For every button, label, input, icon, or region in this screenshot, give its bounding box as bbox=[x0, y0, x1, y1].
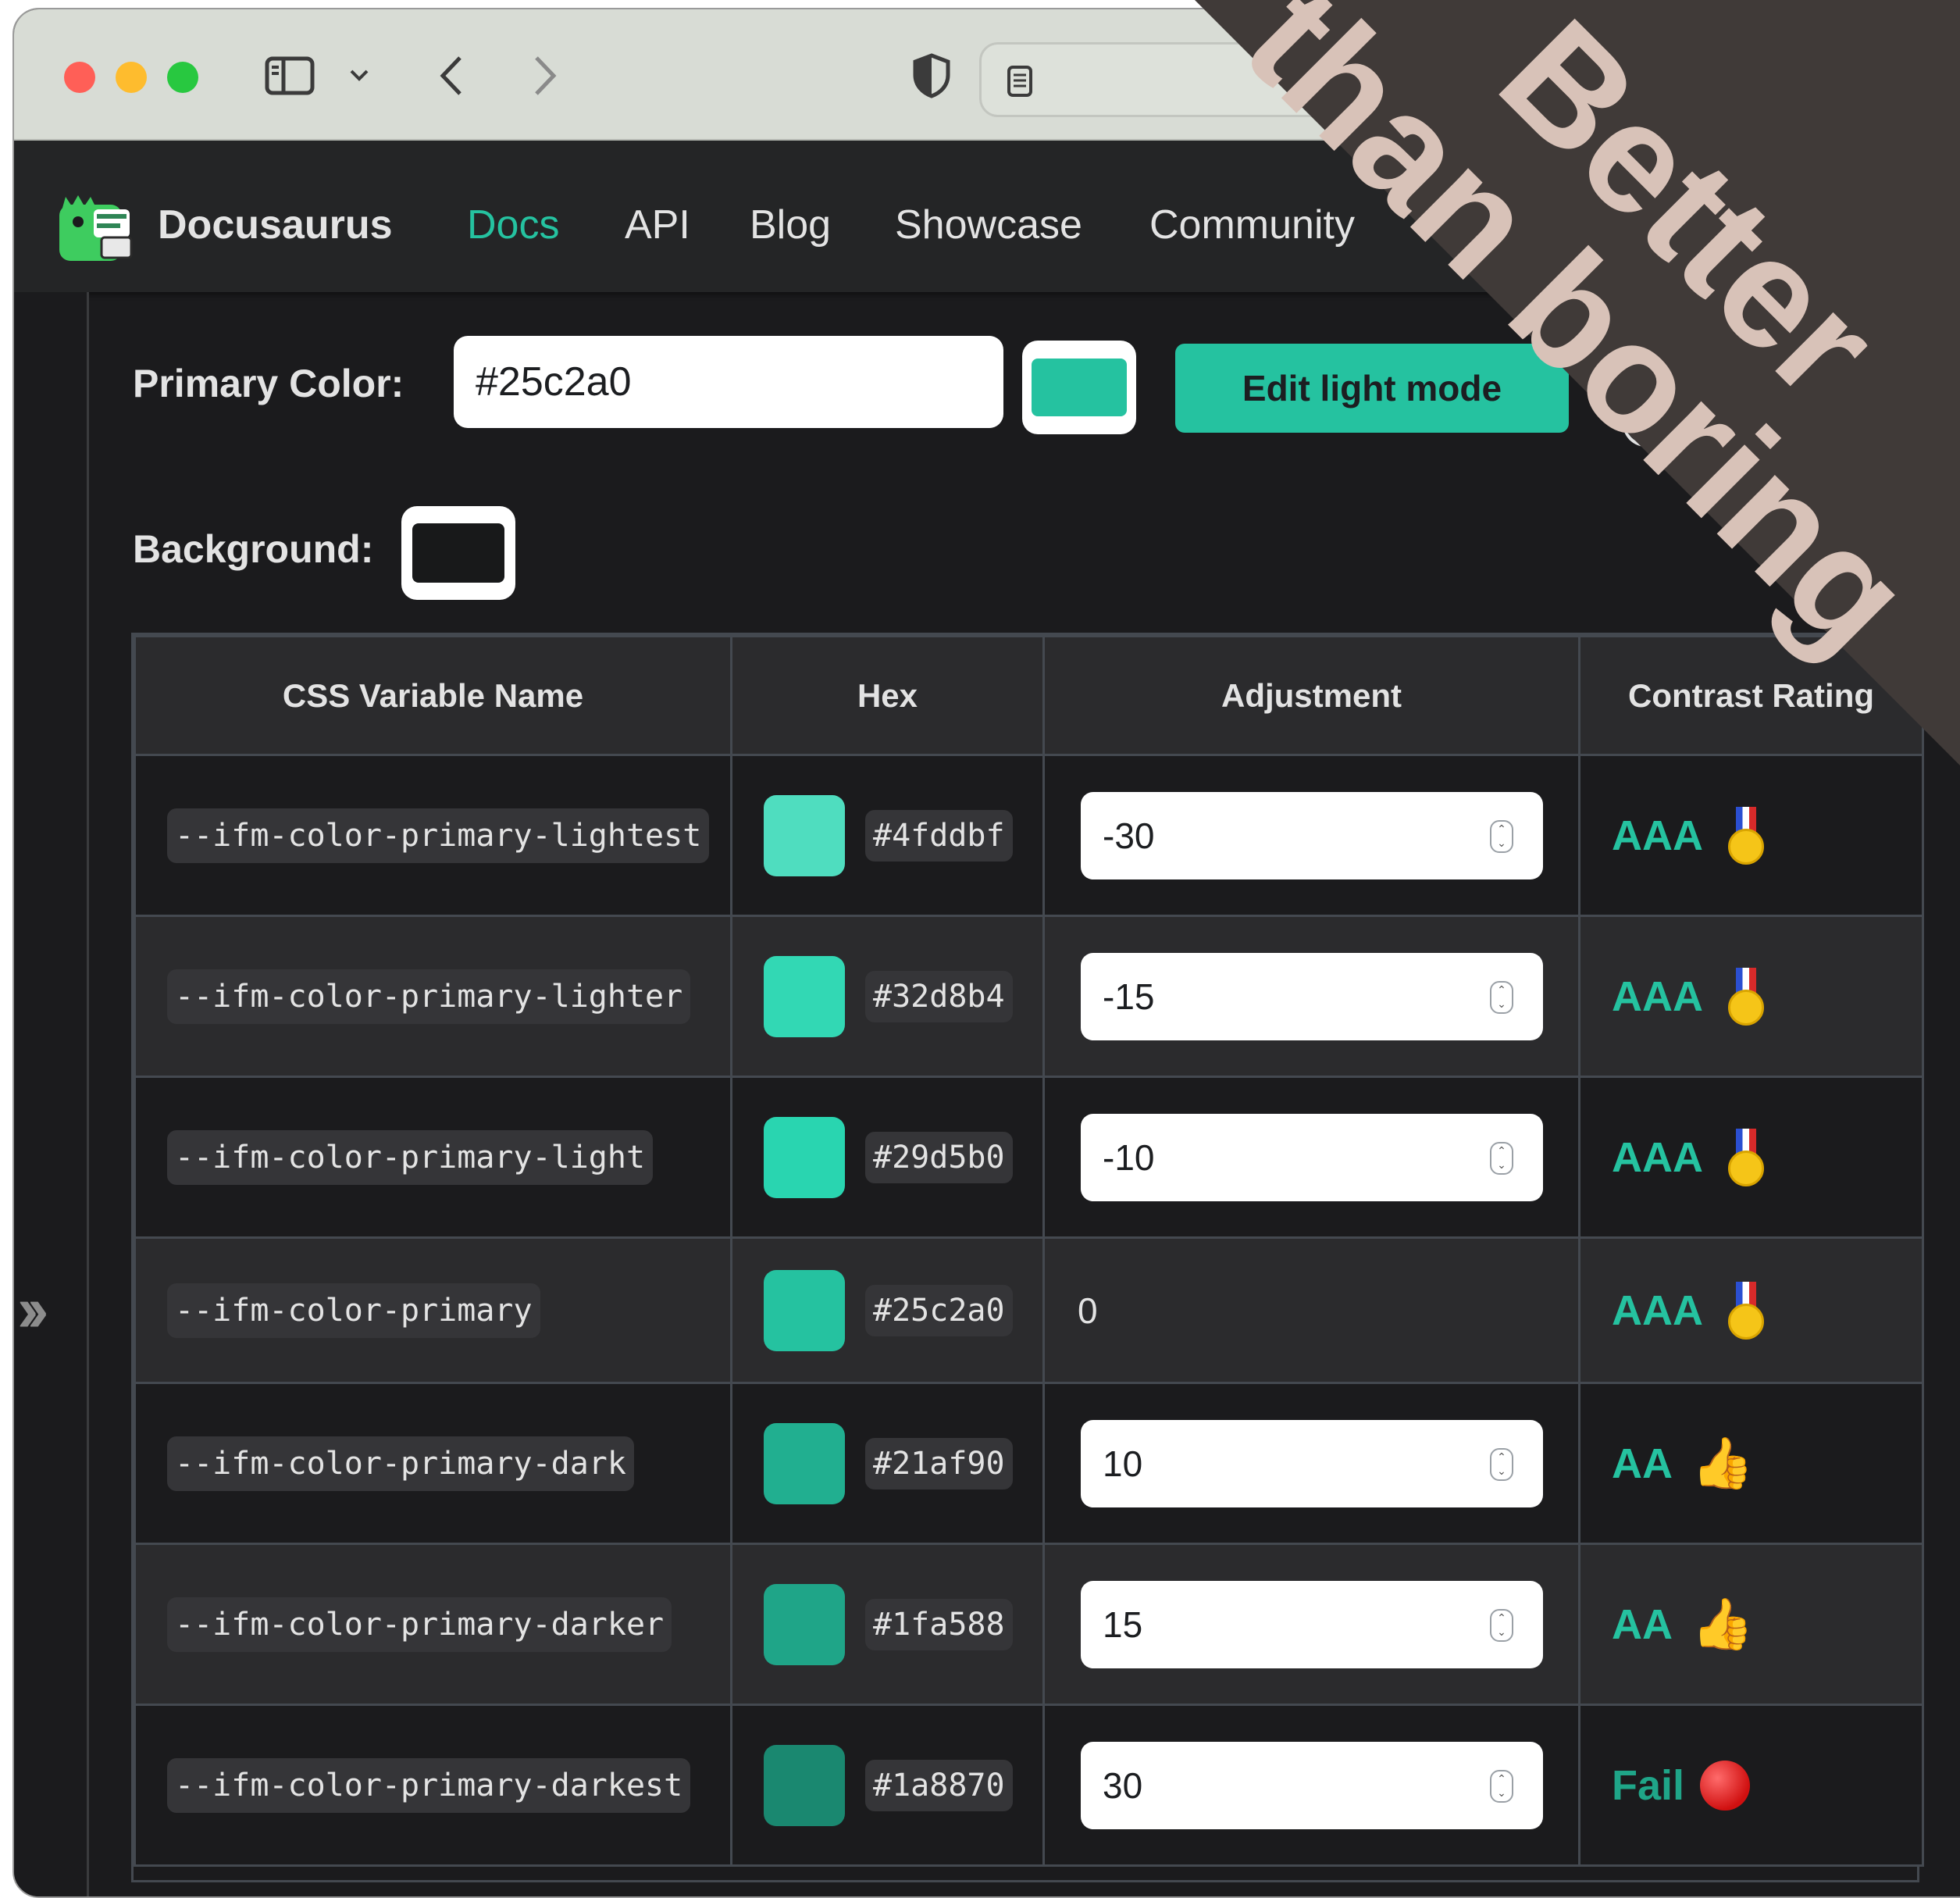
background-color-picker[interactable] bbox=[401, 506, 515, 600]
medal-icon bbox=[1728, 806, 1764, 865]
zoom-window-button[interactable] bbox=[167, 62, 198, 93]
hex-value: #21af90 bbox=[865, 1437, 1013, 1490]
medal-icon bbox=[1728, 1128, 1764, 1186]
adjustment-input[interactable]: 30 ⌃ ⌄ bbox=[1081, 1741, 1543, 1829]
sidebar-icon[interactable] bbox=[262, 48, 317, 103]
css-variable-name: --ifm-color-primary-dark bbox=[167, 1436, 634, 1491]
mode-toggle[interactable] bbox=[1623, 376, 1670, 447]
hex-value: #4fddbf bbox=[865, 809, 1013, 862]
hex-value: #25c2a0 bbox=[865, 1284, 1013, 1336]
hex-value: #1fa588 bbox=[865, 1598, 1013, 1650]
header-hex: Hex bbox=[730, 635, 1045, 756]
css-variable-name: --ifm-color-primary-darker bbox=[167, 1597, 672, 1652]
contrast-rating: AAA bbox=[1612, 972, 1703, 1020]
chevron-down-icon[interactable] bbox=[344, 48, 375, 103]
color-swatch bbox=[764, 1422, 845, 1504]
table-row: --ifm-color-primary-lighter #32d8b4 -15 ⌃… bbox=[134, 915, 1924, 1078]
contrast-rating: Fail bbox=[1612, 1761, 1685, 1809]
primary-color-picker[interactable] bbox=[1022, 341, 1136, 434]
adjustment-input[interactable]: -30 ⌃ ⌄ bbox=[1081, 791, 1543, 879]
stepper-icon[interactable]: ⌃ ⌄ bbox=[1490, 980, 1513, 1014]
adjustment-input[interactable]: 15 ⌃ ⌄ bbox=[1081, 1580, 1543, 1668]
color-swatch bbox=[764, 1744, 845, 1826]
table-row: --ifm-color-primary-darker #1fa588 15 ⌃ ⌄ … bbox=[134, 1543, 1924, 1706]
adjustment-input[interactable]: -15 ⌃ ⌄ bbox=[1081, 952, 1543, 1040]
hex-value: #1a8870 bbox=[865, 1759, 1013, 1811]
expand-sidebar-icon[interactable]: ›› bbox=[17, 1273, 48, 1347]
header-adjustment: Adjustment bbox=[1042, 635, 1580, 756]
adjustment-input[interactable]: 10 ⌃ ⌄ bbox=[1081, 1419, 1543, 1507]
css-variable-name: --ifm-color-primary-lighter bbox=[167, 969, 691, 1024]
stepper-icon[interactable]: ⌃ ⌄ bbox=[1490, 1141, 1513, 1175]
css-variable-name: --ifm-color-primary-light bbox=[167, 1129, 654, 1185]
stepper-icon[interactable]: ⌃ ⌄ bbox=[1490, 819, 1513, 853]
nav-link-showcase[interactable]: Showcase bbox=[895, 202, 1082, 248]
forward-icon[interactable] bbox=[522, 48, 568, 103]
contrast-rating: AAA bbox=[1612, 812, 1703, 859]
header-contrast-rating: Contrast Rating bbox=[1578, 635, 1924, 756]
color-swatch bbox=[764, 1583, 845, 1665]
css-variable-name: --ifm-color-primary bbox=[167, 1283, 540, 1338]
color-swatch bbox=[764, 1116, 845, 1198]
collapsed-sidebar: ›› bbox=[14, 292, 89, 1896]
color-swatch bbox=[764, 1269, 845, 1351]
docusaurus-logo-icon[interactable] bbox=[55, 192, 136, 264]
table-row: --ifm-color-primary #25c2a0 0 AAA bbox=[134, 1236, 1924, 1384]
color-variables-table: CSS Variable Name Hex Adjustment Contras… bbox=[131, 633, 1924, 1882]
primary-color-label: Primary Color: bbox=[133, 362, 404, 405]
red-circle-icon bbox=[1700, 1760, 1751, 1811]
nav-link-docs[interactable]: Docs bbox=[467, 202, 559, 248]
contrast-rating: AA bbox=[1612, 1600, 1673, 1648]
site-navbar: Docusaurus Docs API Blog Showcase Commun… bbox=[14, 141, 1960, 292]
thumbs-up-icon: 👍 bbox=[1691, 1435, 1754, 1491]
shield-icon[interactable] bbox=[904, 48, 959, 103]
table-row: --ifm-color-primary-darkest #1a8870 30 ⌃ ⌄… bbox=[134, 1704, 1924, 1867]
table-row: --ifm-color-primary-dark #21af90 10 ⌃ ⌄ AA… bbox=[134, 1382, 1924, 1545]
css-variable-name: --ifm-color-primary-darkest bbox=[167, 1757, 691, 1813]
thumbs-up-icon: 👍 bbox=[1691, 1596, 1754, 1652]
medal-icon bbox=[1728, 1281, 1764, 1340]
contrast-rating: AA bbox=[1612, 1440, 1673, 1487]
table-row: --ifm-color-primary-light #29d5b0 -10 ⌃ ⌄ … bbox=[134, 1076, 1924, 1239]
contrast-rating: AAA bbox=[1612, 1133, 1703, 1181]
color-swatch bbox=[764, 794, 845, 876]
reader-icon[interactable] bbox=[1000, 54, 1039, 109]
table-row: --ifm-color-primary-lightest #4fddbf -30… bbox=[134, 754, 1924, 917]
adjustment-value: 0 bbox=[1078, 1290, 1098, 1331]
stepper-icon[interactable]: ⌃ ⌄ bbox=[1490, 1769, 1513, 1803]
browser-titlebar bbox=[14, 9, 1960, 141]
header-css-variable-name: CSS Variable Name bbox=[134, 635, 732, 756]
hex-value: #29d5b0 bbox=[865, 1131, 1013, 1183]
medal-icon bbox=[1728, 967, 1764, 1026]
color-swatch bbox=[764, 955, 845, 1037]
close-window-button[interactable] bbox=[64, 62, 95, 93]
primary-color-input[interactable] bbox=[454, 336, 1003, 428]
edit-light-mode-button[interactable]: Edit light mode bbox=[1175, 344, 1569, 433]
minimize-window-button[interactable] bbox=[116, 62, 147, 93]
back-icon[interactable] bbox=[428, 48, 475, 103]
nav-link-api[interactable]: API bbox=[625, 202, 690, 248]
stepper-icon[interactable]: ⌃ ⌄ bbox=[1490, 1608, 1513, 1642]
stepper-icon[interactable]: ⌃ ⌄ bbox=[1490, 1447, 1513, 1481]
css-variable-name: --ifm-color-primary-lightest bbox=[167, 808, 710, 863]
nav-link-community[interactable]: Community bbox=[1149, 202, 1355, 248]
adjustment-input[interactable]: -10 ⌃ ⌄ bbox=[1081, 1113, 1543, 1201]
background-label: Background: bbox=[133, 527, 374, 571]
brand-title[interactable]: Docusaurus bbox=[158, 202, 393, 248]
hex-value: #32d8b4 bbox=[865, 970, 1013, 1022]
contrast-rating: AAA bbox=[1612, 1286, 1703, 1334]
nav-link-blog[interactable]: Blog bbox=[750, 202, 831, 248]
address-bar[interactable] bbox=[979, 42, 1682, 117]
browser-window: Docusaurus Docs API Blog Showcase Commun… bbox=[12, 8, 1960, 1898]
